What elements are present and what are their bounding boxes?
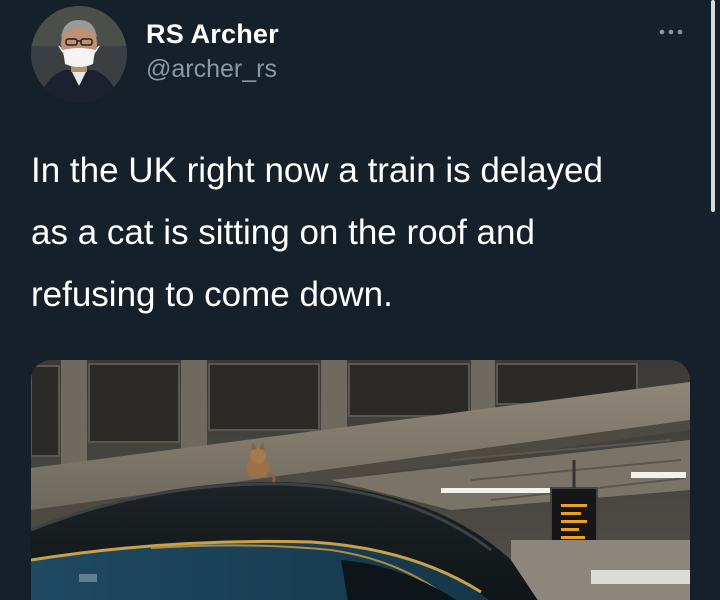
cat-on-train-photo-icon <box>31 360 690 600</box>
avatar[interactable] <box>31 6 127 102</box>
more-options-button[interactable] <box>654 22 688 42</box>
tweet-photo[interactable] <box>31 360 690 600</box>
tweet-text-line: In the UK right now a train is delayed <box>31 151 603 190</box>
tweet-text: In the UK right now a train is delayed a… <box>31 140 696 326</box>
author-name[interactable]: RS Archer <box>146 19 279 50</box>
author-handle[interactable]: @archer_rs <box>146 55 277 84</box>
tweet-text-line: as a cat is sitting on the roof and <box>31 213 535 252</box>
scrollbar-thumb[interactable] <box>711 0 715 212</box>
tweet-text-line: refusing to come down. <box>31 275 393 314</box>
more-options-icon <box>659 29 683 35</box>
avatar-photo-icon <box>31 6 127 102</box>
scrollbar[interactable] <box>706 0 720 220</box>
